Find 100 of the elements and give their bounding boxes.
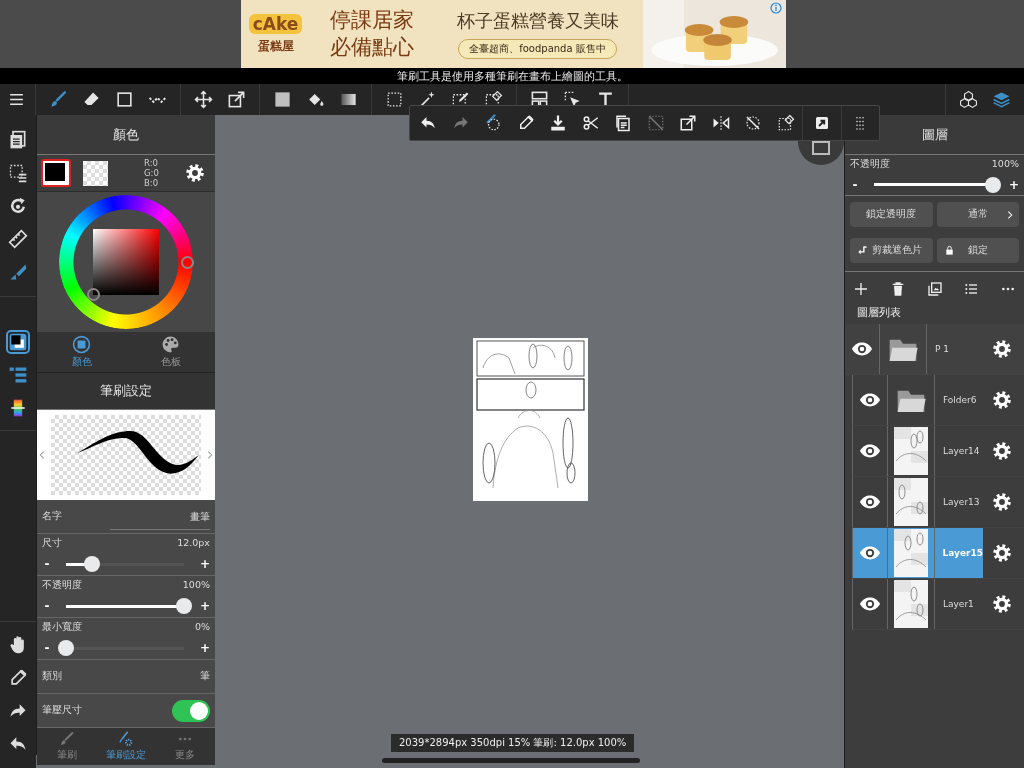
panel-title: 顏色: [113, 125, 139, 144]
setting-value: 100%: [182, 579, 210, 592]
square-arrow-icon[interactable]: [227, 90, 246, 109]
layer-row[interactable]: Layer1: [853, 579, 983, 629]
rgb-value: B:0: [144, 178, 159, 188]
clip-arrow-icon: [857, 245, 868, 256]
setting-value: 12.0px: [177, 537, 210, 550]
setting-label: 尺寸: [42, 537, 62, 550]
deselect-icon[interactable]: [744, 114, 763, 132]
layer-name: Layer15: [941, 548, 983, 558]
color-circle-icon: [72, 335, 91, 354]
primary-color-swatch[interactable]: [41, 159, 71, 187]
rgb-value: R:0: [144, 158, 159, 168]
setting-label: 不透明度: [42, 579, 82, 592]
chevron-icon: [1005, 208, 1015, 221]
cubes-icon[interactable]: [959, 90, 978, 109]
ad-headline: 停課居家: [329, 7, 414, 34]
eraser-selection-icon[interactable]: [776, 114, 795, 132]
layer-row[interactable]: Layer13: [853, 477, 983, 527]
scissors-icon[interactable]: [581, 114, 600, 132]
eyedropper-icon[interactable]: [8, 667, 28, 688]
brush-icon[interactable]: [49, 90, 68, 109]
color-fill-icon[interactable]: [273, 90, 292, 109]
move-arrows-icon[interactable]: [194, 90, 213, 109]
slider-thumb[interactable]: [985, 176, 1001, 193]
settings-icon[interactable]: [992, 390, 1012, 410]
settings-icon[interactable]: [992, 441, 1012, 461]
layer-option-button[interactable]: 鎖定透明度: [850, 202, 933, 227]
settings-icon[interactable]: [992, 339, 1012, 359]
download-icon[interactable]: [549, 114, 568, 132]
setting-label: 最小寬度: [42, 621, 82, 634]
increase-button[interactable]: +: [1009, 177, 1019, 192]
saturation-square[interactable]: [93, 229, 159, 295]
setting-value: 0%: [194, 621, 210, 634]
slider-thumb[interactable]: [176, 598, 192, 614]
secondary-color-swatch[interactable]: [83, 160, 108, 186]
layer-name: P 1: [934, 344, 949, 354]
decrease-button[interactable]: -: [850, 177, 860, 192]
add-icon[interactable]: [853, 280, 869, 297]
layer-option-button[interactable]: 鎖定: [936, 238, 1019, 263]
layer-option-button[interactable]: 剪裁遮色片: [850, 238, 933, 263]
slider-thumb[interactable]: [58, 640, 74, 656]
panel-tab[interactable]: 筆刷: [37, 728, 97, 765]
ad-tagline: 杯子蛋糕營養又美味: [456, 9, 619, 33]
flip-icon[interactable]: [711, 114, 730, 132]
layer-name: Layer1: [942, 599, 974, 609]
layer-option-button[interactable]: 通常: [936, 202, 1019, 227]
layer-row[interactable]: Folder6: [853, 375, 983, 425]
increase-button[interactable]: +: [200, 641, 210, 655]
settings-icon[interactable]: [992, 492, 1012, 512]
decrease-button[interactable]: -: [42, 641, 52, 655]
ad-banner[interactable]: cAke 蛋糕屋 停課居家 必備點心 杯子蛋糕營養又美味 全臺超商、foodpanda 販售中: [240, 0, 786, 68]
layers-icon[interactable]: [992, 90, 1011, 109]
ad-headline: 必備點心: [329, 34, 414, 61]
slider-thumb[interactable]: [83, 556, 100, 572]
hue-handle[interactable]: [181, 256, 194, 269]
setting-value: 筆: [200, 670, 210, 683]
increase-button[interactable]: +: [200, 557, 210, 571]
panel-tab[interactable]: 色板: [126, 332, 215, 372]
dashed-square-icon[interactable]: [385, 90, 404, 109]
panel-tab[interactable]: 更多: [155, 728, 215, 765]
spectrum-icon[interactable]: [8, 397, 28, 418]
square-icon[interactable]: [115, 90, 134, 109]
brush-name-field[interactable]: 畫筆: [110, 511, 210, 530]
panel-tab[interactable]: 顏色: [37, 332, 126, 372]
ad-logo: cAke: [248, 13, 303, 34]
canvas-status: 2039*2894px 350dpi 15% 筆刷: 12.0px 100%: [399, 737, 627, 748]
color-swatch-icon[interactable]: [8, 331, 28, 352]
brush-selection-icon[interactable]: [484, 114, 503, 132]
setting-label: 筆壓尺寸: [42, 704, 82, 717]
rotate-icon[interactable]: [8, 195, 28, 216]
panel-tab[interactable]: 筆刷設定: [96, 728, 156, 765]
settings-icon[interactable]: [992, 594, 1012, 614]
brush-settings-icon: [118, 731, 134, 747]
rgb-value: G:0: [144, 168, 159, 178]
increase-button[interactable]: +: [200, 599, 210, 613]
copy-icon[interactable]: [614, 114, 633, 132]
layer-name: Folder6: [942, 395, 977, 405]
info-icon[interactable]: [769, 2, 782, 14]
toggle-switch[interactable]: [172, 699, 210, 722]
settings-icon[interactable]: [185, 163, 205, 183]
layer-name: Layer14: [942, 446, 980, 456]
panel-title: 圖層: [921, 125, 948, 144]
brush-icon: [58, 731, 75, 747]
list-title: 圖層列表: [857, 306, 901, 319]
ruler-icon[interactable]: [8, 228, 28, 249]
layer-row[interactable]: Layer14: [853, 426, 983, 476]
setting-label: 類別: [42, 670, 62, 683]
duplicate-icon[interactable]: [926, 280, 943, 297]
palette-icon: [161, 335, 180, 354]
settings-icon[interactable]: [992, 543, 1012, 563]
selection-list-icon[interactable]: [8, 162, 28, 183]
lock-icon: [943, 245, 955, 256]
square-arrow-icon[interactable]: [679, 114, 698, 132]
pages-icon[interactable]: [8, 129, 28, 150]
decrease-button[interactable]: -: [42, 599, 52, 613]
decrease-button[interactable]: -: [42, 557, 52, 571]
ad-badge: 全臺超商、foodpanda 販售中: [458, 39, 617, 59]
color-handle[interactable]: [87, 288, 100, 301]
setting-label: 不透明度: [850, 157, 890, 171]
